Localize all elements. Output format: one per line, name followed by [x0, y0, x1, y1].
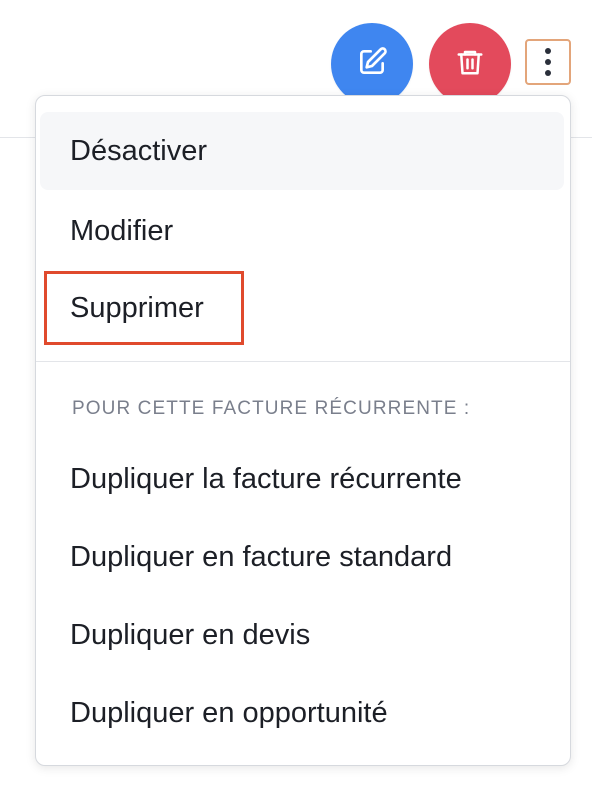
edit-icon — [356, 46, 388, 83]
section-heading: POUR CETTE FACTURE RÉCURRENTE : — [72, 398, 471, 419]
menu-item-label: Dupliquer en devis — [70, 619, 311, 651]
more-actions-button[interactable] — [525, 39, 571, 85]
more-vertical-icon-dot — [545, 59, 551, 65]
trash-icon — [455, 46, 485, 83]
menu-item-label: Désactiver — [70, 135, 207, 167]
menu-item-label: Modifier — [70, 215, 174, 247]
delete-button[interactable] — [429, 23, 511, 105]
menu-item-label: Dupliquer en opportunité — [70, 697, 388, 729]
page: Désactiver Modifier Supprimer POUR CETTE… — [0, 0, 592, 794]
more-vertical-icon-dot — [545, 70, 551, 76]
menu-item-dupliquer-recurrente[interactable]: Dupliquer la facture récurrente — [70, 465, 462, 494]
more-vertical-icon — [545, 48, 551, 54]
menu-item-label: Dupliquer en facture standard — [70, 541, 453, 573]
menu-divider — [36, 361, 570, 362]
edit-button[interactable] — [331, 23, 413, 105]
actions-dropdown-menu: Désactiver Modifier Supprimer POUR CETTE… — [35, 95, 571, 766]
menu-item-label: Dupliquer la facture récurrente — [70, 463, 462, 495]
menu-item-dupliquer-devis[interactable]: Dupliquer en devis — [70, 621, 310, 650]
menu-item-modifier[interactable]: Modifier — [70, 217, 173, 246]
menu-item-desactiver[interactable]: Désactiver — [40, 112, 564, 190]
highlight-annotation — [44, 271, 244, 345]
menu-item-dupliquer-opportunite[interactable]: Dupliquer en opportunité — [70, 699, 388, 728]
menu-item-dupliquer-standard[interactable]: Dupliquer en facture standard — [70, 543, 452, 572]
